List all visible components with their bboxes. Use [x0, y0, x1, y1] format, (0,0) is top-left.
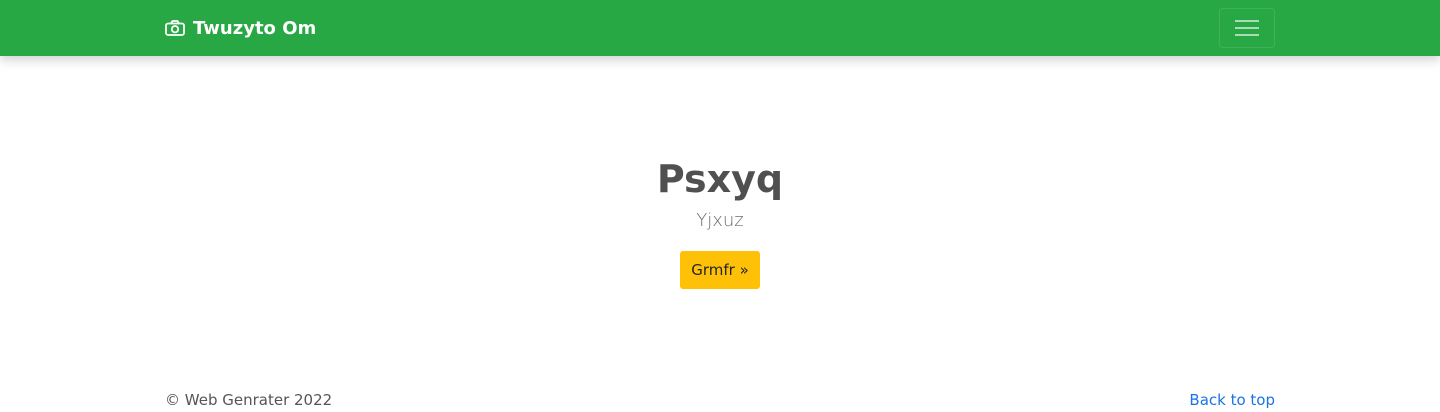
- top-navbar: Twuzyto Om: [0, 0, 1440, 56]
- hamburger-menu-icon: [1235, 19, 1259, 37]
- camera-icon: [165, 20, 185, 36]
- brand-label: Twuzyto Om: [193, 17, 317, 39]
- page-footer: © Web Genrater 2022 Back to top: [165, 388, 1275, 412]
- brand-link[interactable]: Twuzyto Om: [165, 0, 316, 56]
- hero-title: Psxyq: [656, 157, 784, 201]
- hero-cta-button[interactable]: Grmfr »: [680, 251, 760, 289]
- hero-subtitle: Yjxuz: [696, 210, 744, 231]
- hero-section: Psxyq Yjxuz Grmfr »: [0, 155, 1440, 289]
- copyright-text: © Web Genrater 2022: [165, 391, 333, 409]
- back-to-top-link[interactable]: Back to top: [1189, 391, 1275, 409]
- navbar-toggler-button[interactable]: [1219, 8, 1275, 48]
